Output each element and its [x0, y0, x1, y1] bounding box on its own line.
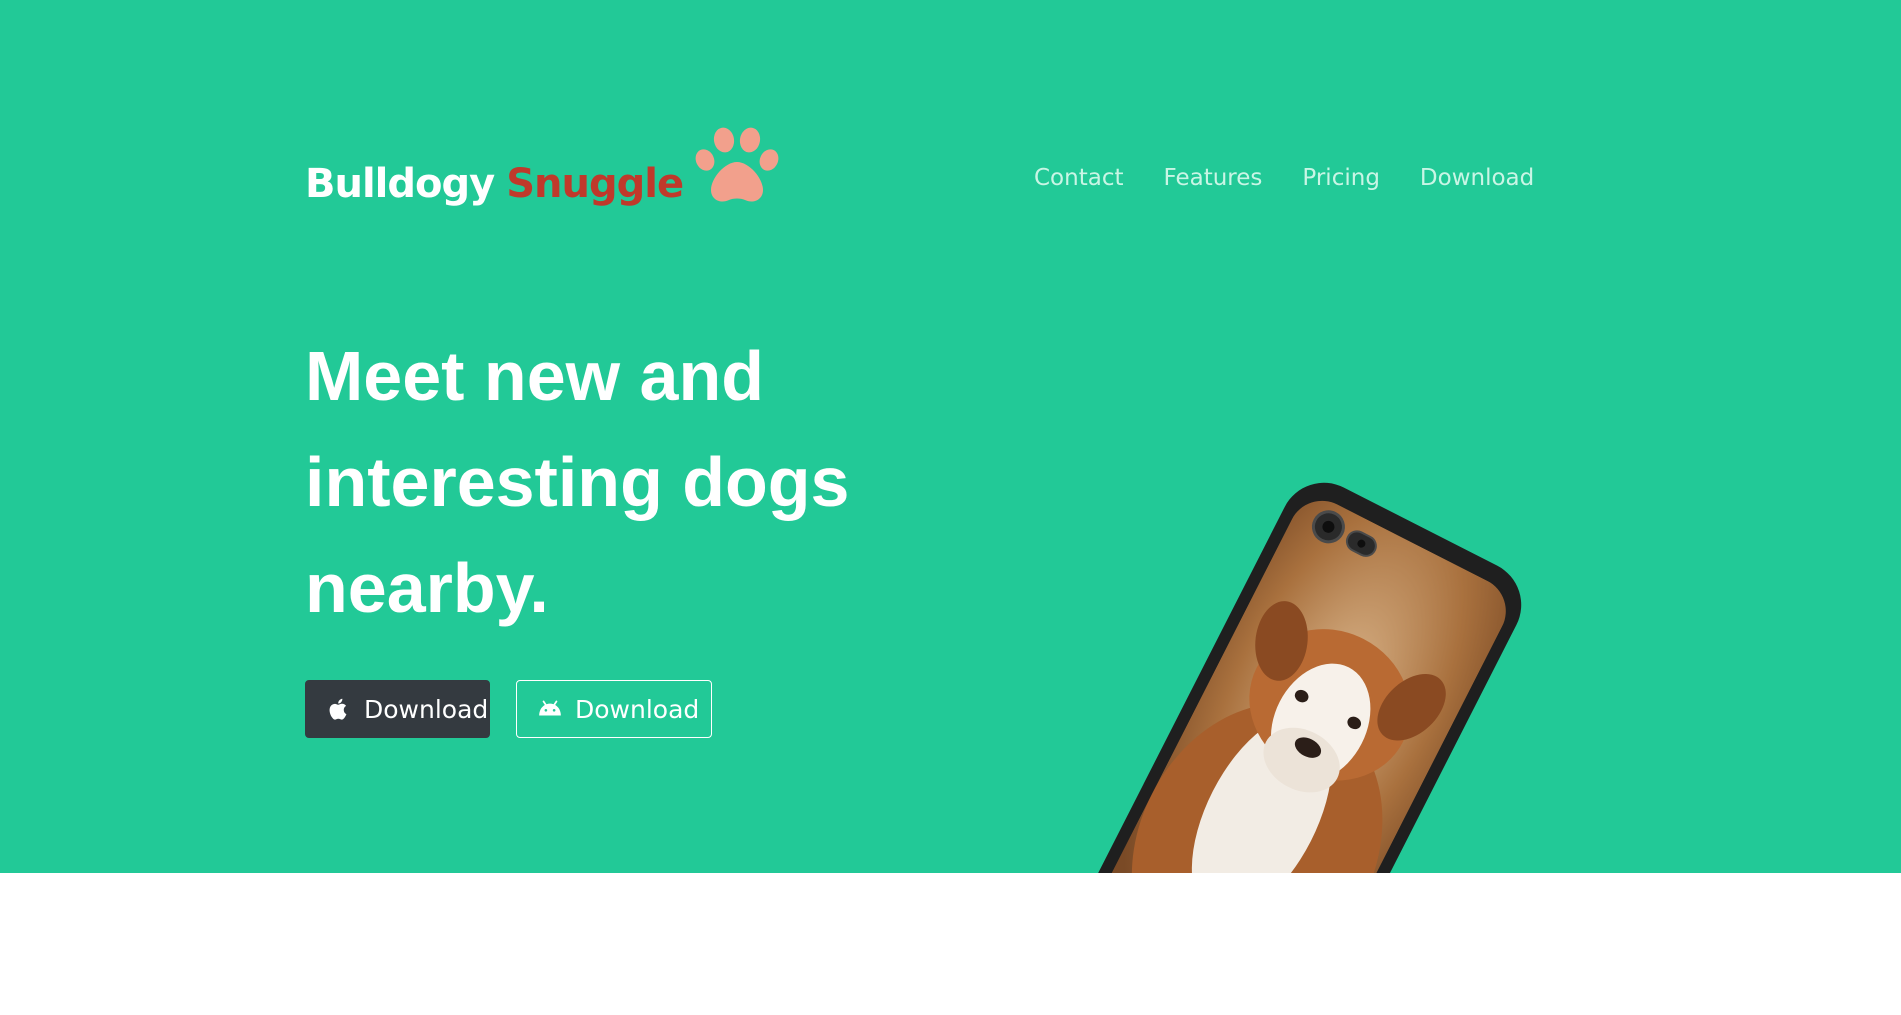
nav-contact[interactable]: Contact — [1034, 165, 1123, 191]
hero-section: Bulldogy Snuggle Contact Features Pricin… — [0, 0, 1901, 873]
nav-features[interactable]: Features — [1163, 165, 1262, 191]
nav-download[interactable]: Download — [1420, 165, 1534, 191]
android-download-label: Download — [575, 694, 700, 724]
android-download-button[interactable]: Download — [516, 680, 712, 738]
page: Bulldogy Snuggle Contact Features Pricin… — [0, 0, 1901, 1015]
phone-device — [1083, 482, 1522, 873]
android-icon — [539, 700, 561, 716]
apple-icon — [329, 698, 347, 720]
brand-accent: Snuggle — [506, 161, 684, 207]
main-nav: Contact Features Pricing Download — [1034, 165, 1534, 191]
brand-name: Bulldogy — [305, 161, 495, 207]
paw-icon — [695, 127, 779, 202]
hero-headline: Meet new and interesting dogs nearby. — [305, 337, 850, 627]
download-buttons: Download Download — [305, 680, 712, 738]
ios-download-label: Download — [364, 694, 489, 724]
nav-pricing[interactable]: Pricing — [1302, 165, 1380, 191]
phone-image — [1083, 482, 1522, 873]
brand-logo[interactable]: Bulldogy Snuggle — [305, 126, 781, 204]
ios-download-button[interactable]: Download — [305, 680, 490, 738]
